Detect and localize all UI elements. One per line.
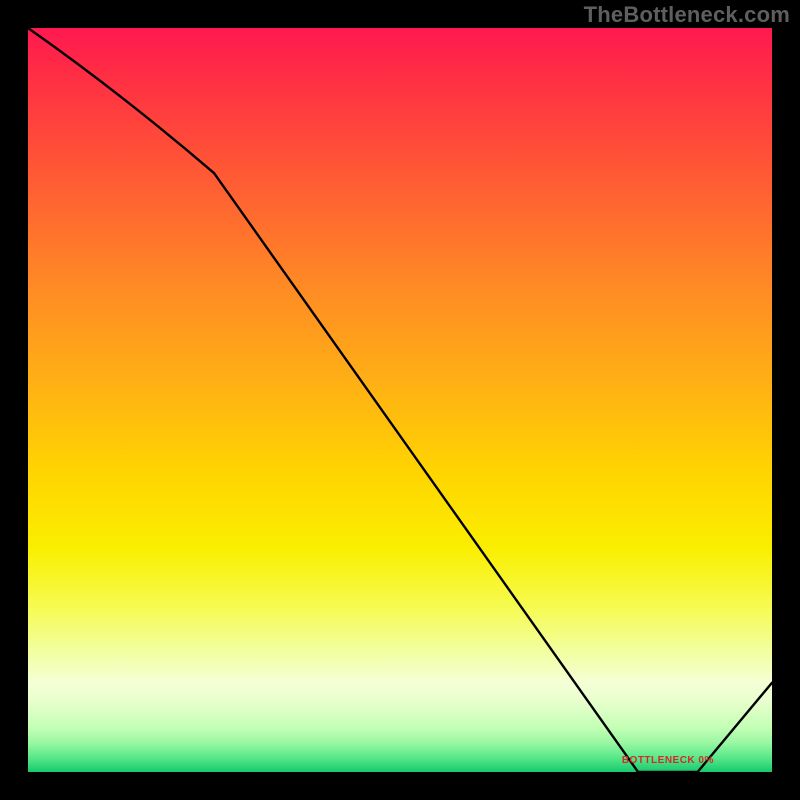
bottleneck-zero-annotation: BOTTLENECK 0%	[622, 755, 714, 766]
chart-container: TheBottleneck.com BOTTLENECK 0%	[0, 0, 800, 800]
source-attribution: TheBottleneck.com	[584, 2, 790, 28]
bottleneck-curve	[28, 28, 772, 772]
